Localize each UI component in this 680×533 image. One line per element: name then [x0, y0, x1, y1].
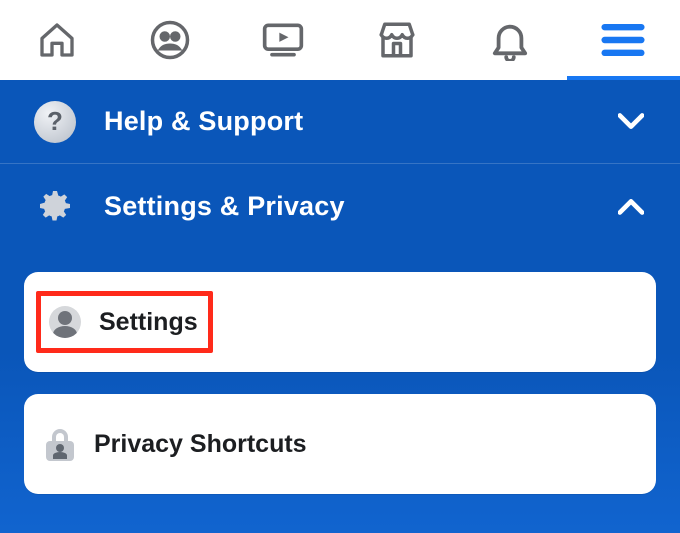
watch-icon — [261, 20, 305, 60]
top-nav — [0, 0, 680, 80]
row-icon-wrap — [34, 185, 76, 227]
card-icon-wrap — [42, 426, 78, 462]
menu-help-support[interactable]: ? Help & Support — [0, 80, 680, 164]
menu-settings-privacy[interactable]: Settings & Privacy — [0, 164, 680, 248]
chevron-down-icon — [618, 113, 644, 131]
submenu: Settings Privacy Shortcuts — [0, 248, 680, 494]
highlight-box: Settings — [36, 291, 213, 353]
chevron-up-icon — [618, 197, 644, 215]
submenu-settings[interactable]: Settings — [24, 272, 656, 372]
menu-label: Settings & Privacy — [104, 191, 345, 222]
person-icon — [49, 306, 81, 338]
card-label: Settings — [99, 308, 198, 337]
lock-icon — [46, 429, 74, 459]
submenu-privacy-shortcuts[interactable]: Privacy Shortcuts — [24, 394, 656, 494]
help-icon: ? — [34, 101, 76, 143]
groups-icon — [149, 19, 191, 61]
nav-marketplace[interactable] — [340, 0, 453, 80]
menu-panel: ? Help & Support Settings & Privacy Sett… — [0, 80, 680, 533]
nav-groups[interactable] — [113, 0, 226, 80]
menu-label: Help & Support — [104, 106, 303, 137]
card-icon-wrap — [47, 304, 83, 340]
nav-watch[interactable] — [227, 0, 340, 80]
gear-icon — [35, 186, 75, 226]
marketplace-icon — [376, 20, 418, 60]
row-icon-wrap: ? — [34, 101, 76, 143]
hamburger-icon — [601, 22, 645, 58]
nav-home[interactable] — [0, 0, 113, 80]
card-label: Privacy Shortcuts — [94, 430, 307, 459]
nav-notifications[interactable] — [453, 0, 566, 80]
home-icon — [37, 20, 77, 60]
nav-menu[interactable] — [567, 0, 680, 80]
bell-icon — [491, 19, 529, 61]
